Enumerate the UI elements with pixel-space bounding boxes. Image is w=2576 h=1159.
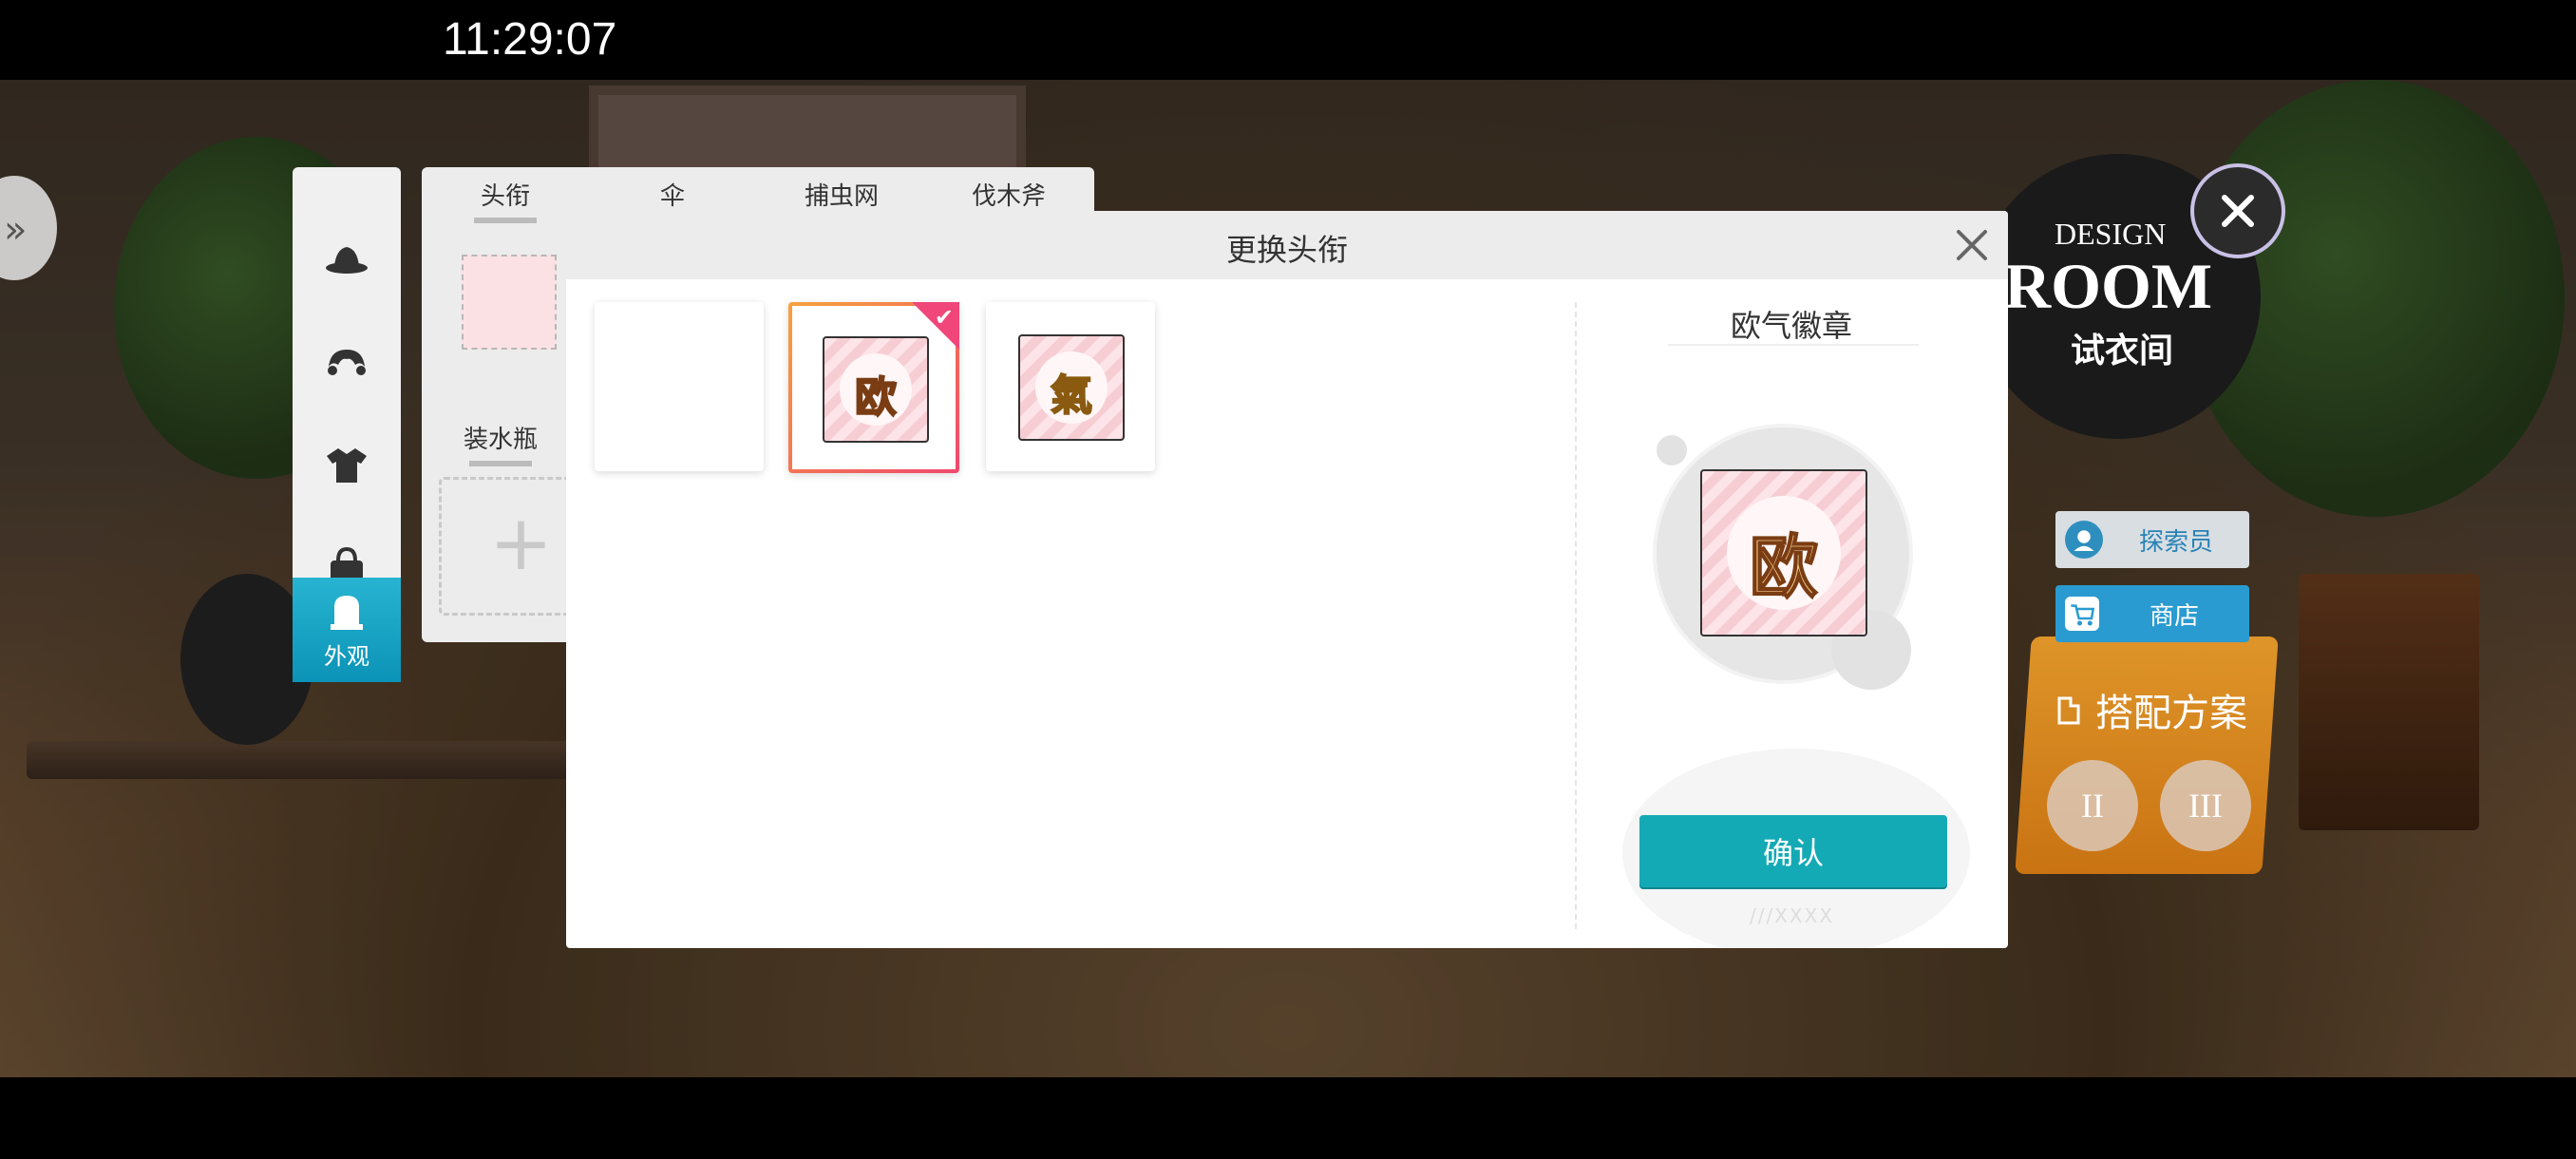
add-water-bottle-slot[interactable]: + [439,477,587,616]
shop-button[interactable]: 商店 [2055,585,2249,642]
appearance-icon [331,595,363,630]
water-bottle-label: 装水瓶 [464,426,539,454]
tab-underline [474,218,537,223]
close-icon [1957,230,1987,260]
confirm-button[interactable]: 确认 [1639,815,1947,887]
preview-glyph: 欧 [1749,526,1819,608]
tab-title[interactable]: 头衔 [448,177,562,223]
decor-dot [1657,435,1687,466]
badge-glyph: 氣 [1050,370,1093,421]
menu-label-appearance: 外观 [324,642,369,670]
shirt-icon [327,448,367,483]
menu-item-appearance[interactable]: 外观 [293,578,401,682]
dialog-title: 更换头衔 [1225,232,1348,268]
outfit-plan-title: 搭配方案 [2095,692,2247,735]
section-underline [469,461,532,466]
clock: 11:29:07 [443,14,617,65]
change-title-dialog: 更换头衔 欧 ✔ 氣 欧气徽章 欧 确认 ///XXXX [566,211,2008,948]
top-status-bar: 11:29:07 [0,0,2576,80]
menu-item-hair[interactable] [293,319,401,405]
title-slot-ou-badge[interactable]: 欧 ✔ [788,302,959,473]
tab-bug-net[interactable]: 捕虫网 [785,177,899,212]
shop-label: 商店 [2149,601,2199,631]
ou-badge-icon: 欧 [823,336,929,443]
check-icon: ✔ [934,304,954,331]
hat-icon [326,247,368,274]
title-underline [1668,344,1919,346]
design-label: DESIGN [2055,217,2167,251]
tab-bug-net-label: 捕虫网 [804,182,879,211]
menu-item-hat[interactable] [293,215,401,300]
outfit-slot-2-button[interactable]: II [2047,760,2138,851]
side-menu: 外观 [293,167,401,682]
outfit-slot-3-button[interactable]: III [2160,760,2251,851]
close-icon [2222,195,2254,227]
title-slot-qi-badge[interactable]: 氣 [986,302,1155,471]
water-bottle-section-label: 装水瓶 [464,420,538,466]
dialog-divider [1575,302,1577,929]
tab-title-label: 头衔 [480,182,530,211]
explorer-label: 探索员 [2138,527,2213,557]
bottom-bar [0,1077,2576,1159]
shop-cart-icon [2065,597,2099,631]
double-chevron-icon: » [4,208,28,252]
shopping-bag-decoration [2015,636,2279,874]
menu-item-clothes[interactable] [293,422,401,507]
selected-title-name: 欧气徽章 [1730,308,1852,344]
outfit-plan-header: 搭配方案 [2052,682,2247,737]
selected-title-preview-icon: 欧 [1700,469,1867,636]
tab-axe-label: 伐木斧 [971,182,1046,211]
hanger-icon [2057,696,2080,725]
explorer-button[interactable]: 探索员 [2055,511,2249,568]
room-label: ROOM [2004,250,2213,322]
dialog-close-button[interactable] [1951,224,1993,266]
decor-text: ///XXXX [1750,904,1835,927]
equipped-title-thumbnail[interactable] [462,255,557,350]
badge-glyph: 欧 [854,372,898,423]
plus-icon: + [489,499,554,587]
qi-badge-icon: 氣 [1018,334,1125,441]
close-fitting-room-button[interactable] [2190,163,2285,258]
fitting-room-label: 试衣间 [2071,332,2174,370]
tab-umbrella-label: 伞 [659,182,685,211]
tab-axe[interactable]: 伐木斧 [952,177,1066,212]
tab-umbrella[interactable]: 伞 [616,177,729,212]
hair-icon [328,350,366,375]
explorer-avatar-icon [2065,521,2103,559]
title-slot-empty[interactable] [595,302,764,471]
